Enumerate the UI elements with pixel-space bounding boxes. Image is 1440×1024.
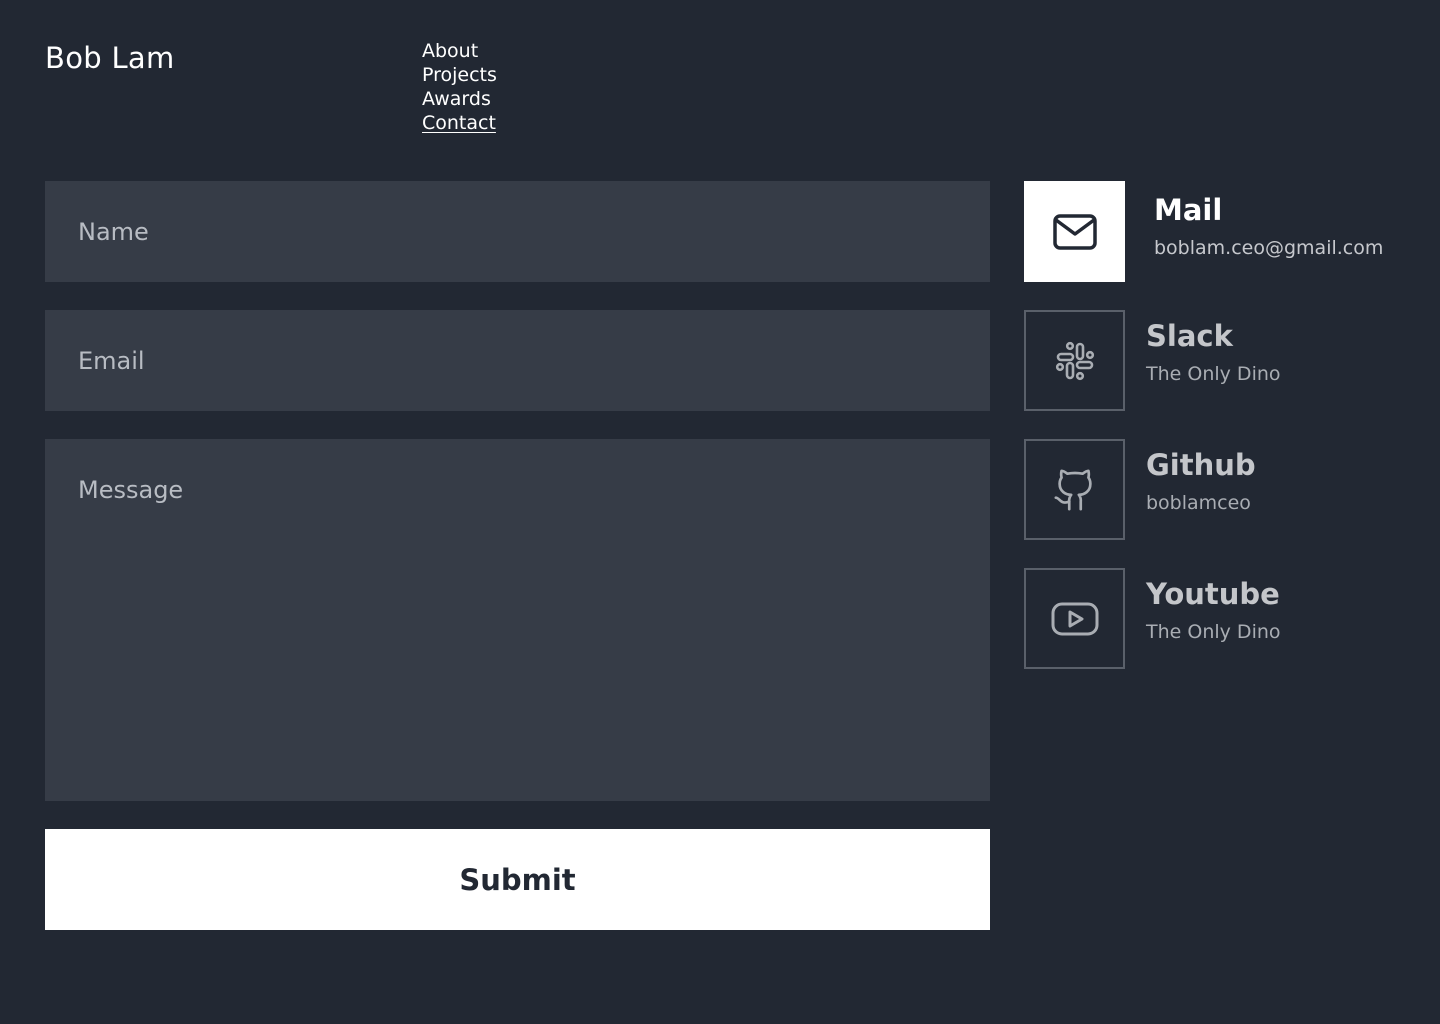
contact-github-detail[interactable]: boblamceo: [1146, 491, 1251, 515]
contact-github-title: Github: [1146, 448, 1256, 482]
youtube-icon-box[interactable]: [1024, 568, 1125, 669]
contact-youtube[interactable]: Youtube The Only Dino: [1024, 568, 1424, 669]
nav-about-link[interactable]: About: [422, 39, 497, 63]
message-textarea[interactable]: [45, 439, 990, 801]
contact-slack-title: Slack: [1146, 319, 1233, 353]
contact-page: Bob Lam About Projects Awards Contact Su…: [0, 0, 1440, 1024]
github-icon-box[interactable]: [1024, 439, 1125, 540]
slack-icon-box[interactable]: [1024, 310, 1125, 411]
email-input[interactable]: [45, 310, 990, 411]
contact-mail[interactable]: Mail boblam.ceo@gmail.com: [1024, 181, 1424, 282]
contact-github[interactable]: Github boblamceo: [1024, 439, 1424, 540]
contact-slack-detail[interactable]: The Only Dino: [1146, 362, 1281, 386]
submit-button[interactable]: Submit: [45, 829, 990, 930]
nav-awards-link[interactable]: Awards: [422, 87, 497, 111]
slack-icon: [1055, 341, 1094, 380]
mail-icon-box[interactable]: [1024, 181, 1125, 282]
github-icon: [1053, 468, 1092, 511]
name-input[interactable]: [45, 181, 990, 282]
contact-mail-title: Mail: [1154, 193, 1223, 227]
nav-projects-link[interactable]: Projects: [422, 63, 497, 87]
contact-youtube-detail[interactable]: The Only Dino: [1146, 620, 1281, 644]
contact-youtube-title: Youtube: [1146, 577, 1280, 611]
contact-mail-detail[interactable]: boblam.ceo@gmail.com: [1154, 236, 1383, 260]
main-nav: About Projects Awards Contact: [422, 39, 497, 135]
contact-slack[interactable]: Slack The Only Dino: [1024, 310, 1424, 411]
nav-contact-link[interactable]: Contact: [422, 111, 497, 135]
mail-icon: [1052, 213, 1097, 250]
youtube-icon: [1051, 602, 1098, 635]
site-brand[interactable]: Bob Lam: [45, 40, 175, 76]
